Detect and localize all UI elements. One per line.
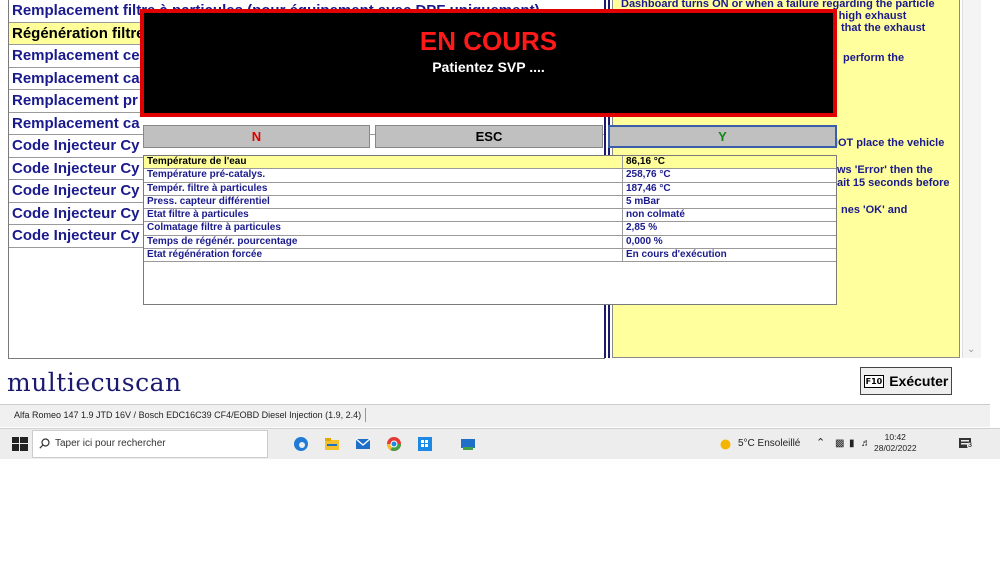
- taskbar: Taper ici pour rechercher 5°C Ensoleillé…: [0, 428, 1000, 459]
- mail-icon[interactable]: [355, 436, 371, 452]
- param-label: Etat filtre à particules: [144, 209, 623, 222]
- edge-browser-icon[interactable]: [293, 436, 309, 452]
- search-icon: [39, 438, 50, 449]
- param-label: Tempér. filtre à particules: [144, 182, 623, 195]
- weather-sun-icon[interactable]: [720, 439, 731, 450]
- taskbar-search[interactable]: Taper ici pour rechercher: [32, 430, 268, 458]
- store-icon[interactable]: [417, 436, 433, 452]
- param-value: 258,76 °C: [626, 169, 671, 181]
- param-label: Etat régénération forcée: [144, 249, 623, 262]
- f10-key-icon: F10: [863, 374, 885, 388]
- param-label: Colmatage filtre à particules: [144, 222, 623, 235]
- parameters-table: Température de l'eau 86,16 °C Températur…: [143, 155, 837, 305]
- param-value: 187,46 °C: [626, 182, 671, 194]
- status-bar: Alfa Romeo 147 1.9 JTD 16V / Bosch EDC16…: [0, 404, 990, 427]
- notification-icon[interactable]: 3: [958, 437, 974, 451]
- file-explorer-icon[interactable]: [324, 436, 340, 452]
- windows-start-icon[interactable]: [12, 437, 28, 451]
- table-row[interactable]: Etat régénération forcée En cours d'exéc…: [144, 249, 836, 263]
- param-value: 2,85 %: [626, 222, 658, 234]
- execute-button[interactable]: F10 Exécuter: [860, 367, 952, 395]
- info-line: ws 'Error' then the: [837, 164, 933, 176]
- info-line: nes 'OK' and: [841, 204, 908, 216]
- weather-text[interactable]: 5°C Ensoleillé: [738, 438, 800, 449]
- progress-dialog: EN COURS Patientez SVP ....: [140, 9, 837, 117]
- dialog-title: EN COURS: [419, 26, 558, 56]
- param-value: 0,000 %: [626, 235, 663, 247]
- speaker-icon[interactable]: ♬: [861, 438, 871, 449]
- clock-date: 28/02/2022: [874, 443, 917, 453]
- network-icon[interactable]: ▩: [835, 438, 844, 449]
- vehicle-status: Alfa Romeo 147 1.9 JTD 16V / Bosch EDC16…: [10, 408, 367, 422]
- param-value: 86,16 °C: [626, 156, 666, 167]
- param-label: Temps de régénér. pourcentage: [144, 235, 623, 249]
- param-label: Press. capteur différentiel: [144, 195, 623, 209]
- param-value: non colmaté: [626, 209, 685, 221]
- search-placeholder: Taper ici pour rechercher: [55, 438, 166, 449]
- info-line: NOT place the vehicle: [830, 137, 945, 149]
- escape-button[interactable]: ESC: [375, 125, 603, 148]
- chevron-down-icon[interactable]: ⌄: [967, 344, 975, 355]
- clock-time: 10:42: [884, 432, 906, 442]
- multiecuscan-app-icon[interactable]: [460, 436, 476, 452]
- app-window: Remplacement filtre à particules (pour é…: [0, 0, 990, 428]
- dialog-subtitle: Patientez SVP ....: [432, 59, 545, 75]
- info-scrollbar[interactable]: ⌄: [962, 0, 981, 358]
- table-row[interactable]: Température de l'eau 86,16 °C: [144, 156, 836, 170]
- param-label: Température pré-catalys.: [144, 169, 623, 182]
- chevron-up-icon[interactable]: ⌃: [816, 436, 825, 449]
- app-logo: multiecuscan: [7, 368, 182, 397]
- info-line: ait 15 seconds before: [837, 177, 950, 189]
- clock[interactable]: 10:42 28/02/2022: [874, 432, 917, 454]
- chrome-icon[interactable]: [386, 436, 402, 452]
- param-value: En cours d'exécution: [626, 249, 727, 261]
- yes-button[interactable]: Y: [608, 125, 837, 148]
- battery-icon[interactable]: ▮: [849, 438, 855, 449]
- table-row[interactable]: Press. capteur différentiel 5 mBar: [144, 195, 836, 210]
- table-row[interactable]: Etat filtre à particules non colmaté: [144, 209, 836, 223]
- notification-count: 3: [967, 442, 973, 449]
- info-line: perform the: [843, 52, 905, 64]
- info-line: that the exhaust: [841, 22, 926, 34]
- no-button[interactable]: N: [143, 125, 370, 148]
- table-row[interactable]: Colmatage filtre à particules 2,85 %: [144, 222, 836, 236]
- table-row[interactable]: Temps de régénér. pourcentage 0,000 %: [144, 235, 836, 250]
- execute-label: Exécuter: [889, 373, 949, 389]
- param-value: 5 mBar: [626, 195, 660, 207]
- table-row[interactable]: Tempér. filtre à particules 187,46 °C: [144, 182, 836, 196]
- table-row[interactable]: Température pré-catalys. 258,76 °C: [144, 169, 836, 183]
- param-label: Température de l'eau: [144, 156, 623, 169]
